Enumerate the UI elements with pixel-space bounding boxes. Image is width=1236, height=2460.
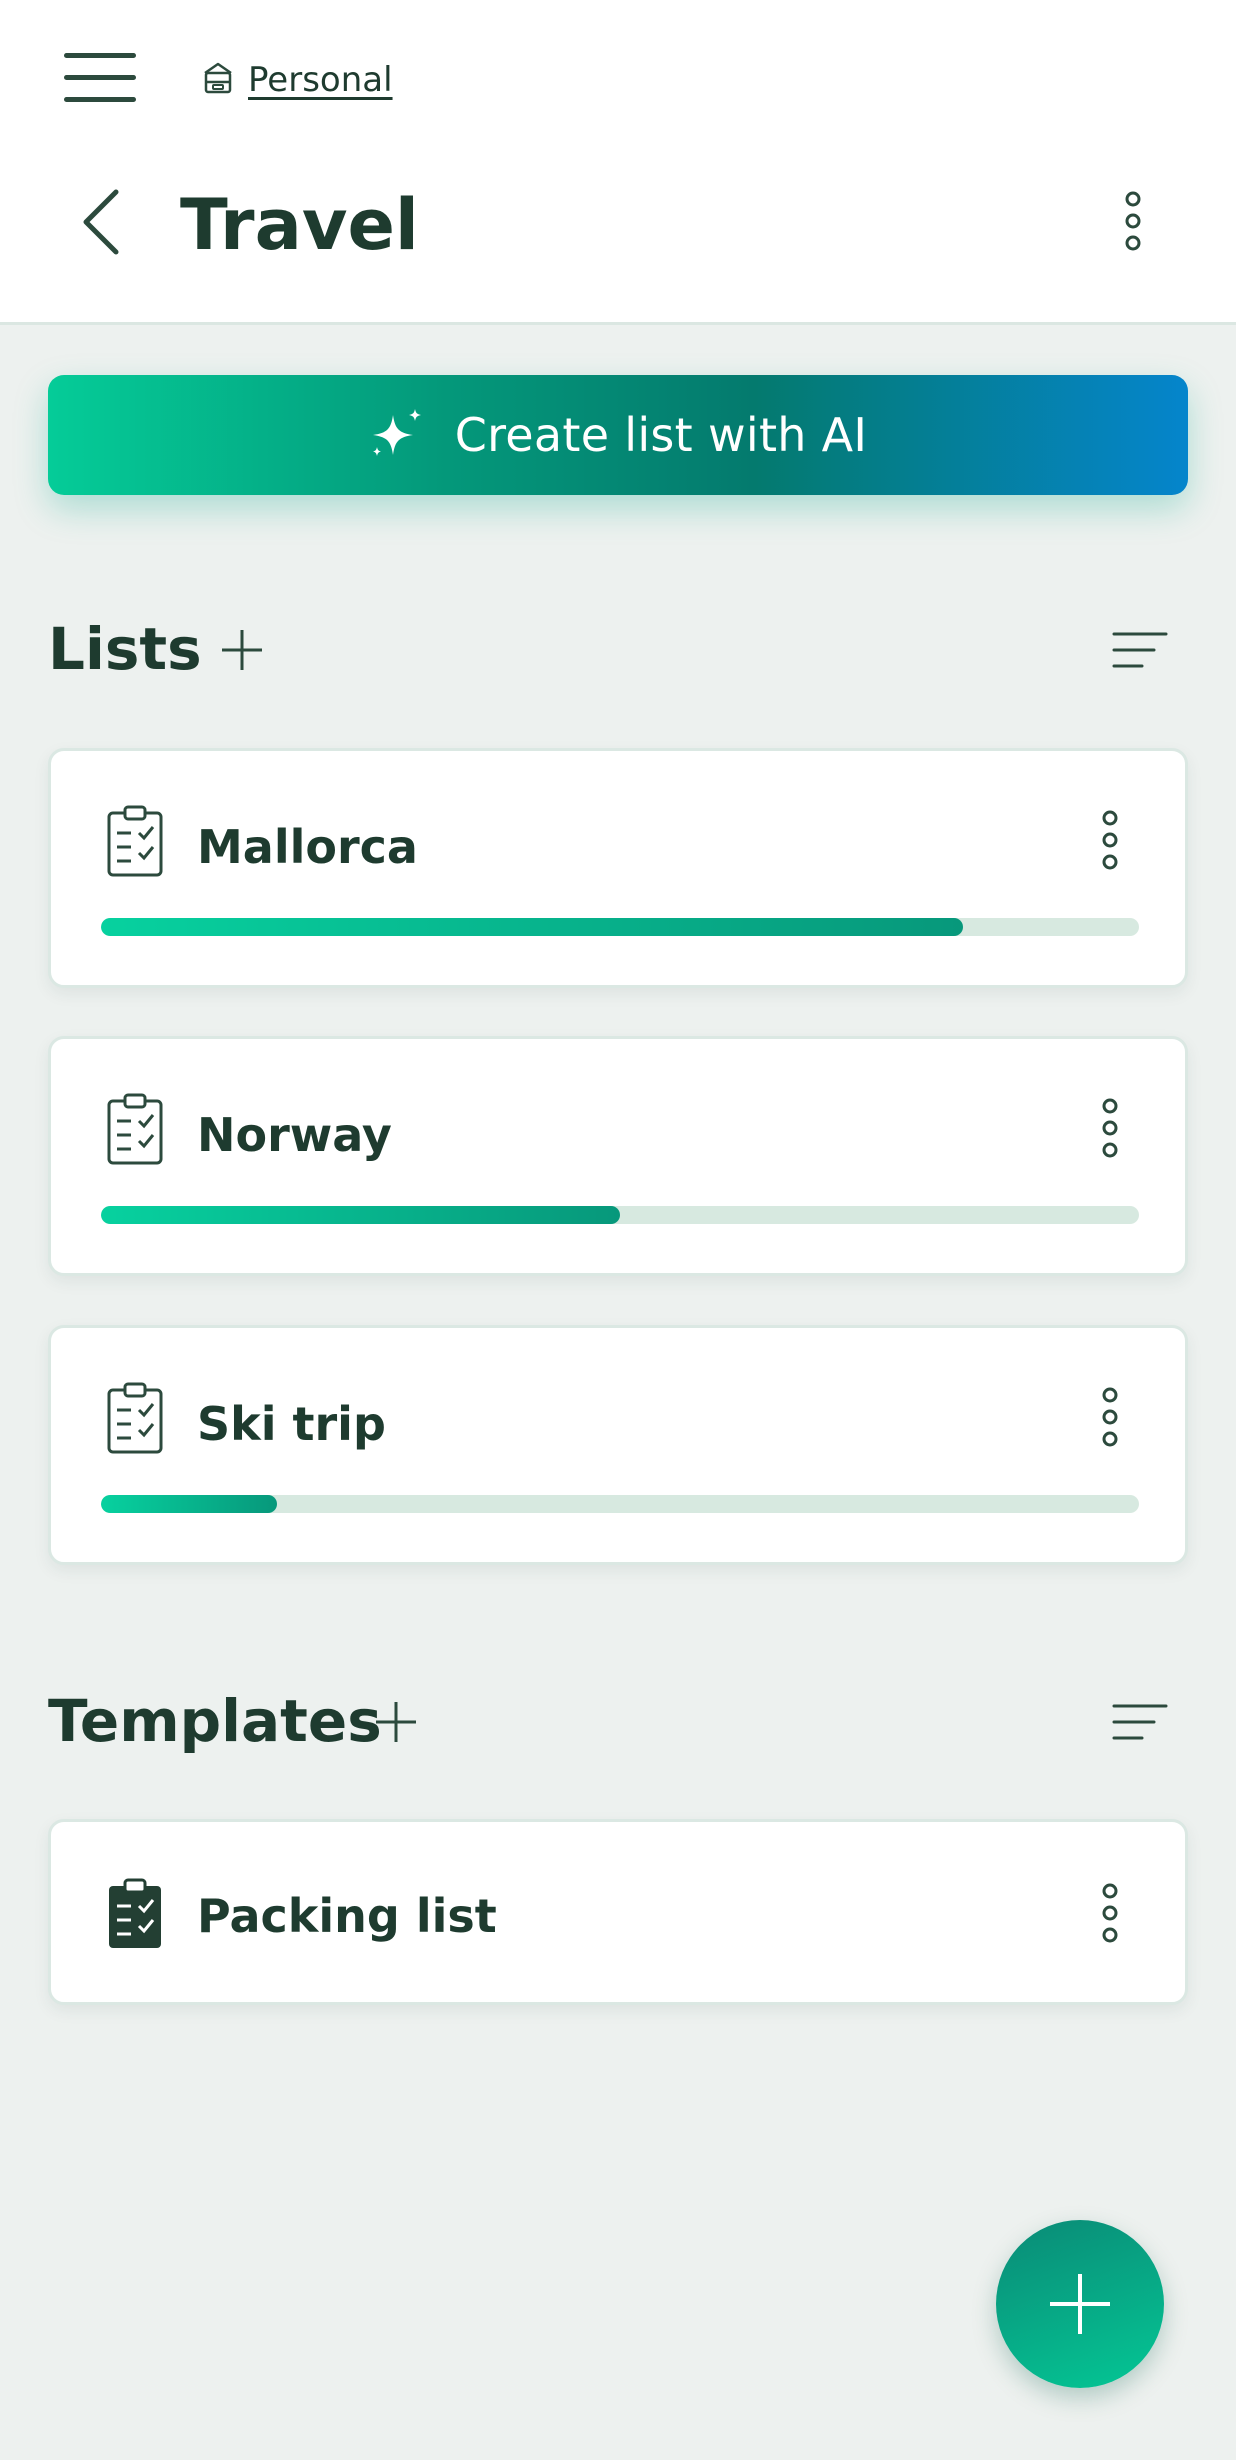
list-title: Mallorca: [197, 820, 418, 874]
list-title: Ski trip: [197, 1397, 386, 1451]
plus-icon: [1050, 2274, 1110, 2334]
progress-bar: [101, 918, 1139, 936]
templates-section-title: Templates: [48, 1687, 382, 1755]
add-list-button[interactable]: [212, 620, 272, 680]
ai-button-label: Create list with AI: [454, 408, 868, 462]
header-more-button[interactable]: [1108, 186, 1158, 256]
vertical-dots-icon: [1102, 810, 1118, 870]
lists-section-title: Lists: [48, 615, 202, 683]
vertical-dots-icon: [1102, 1098, 1118, 1158]
template-title: Packing list: [197, 1889, 497, 1943]
add-fab-button[interactable]: [996, 2220, 1164, 2388]
list-more-button[interactable]: [1085, 1093, 1135, 1163]
back-button[interactable]: [70, 182, 130, 262]
vertical-dots-icon: [1125, 191, 1141, 251]
plus-icon: [222, 630, 262, 670]
list-more-button[interactable]: [1085, 805, 1135, 875]
template-card[interactable]: Packing list: [48, 1819, 1188, 2005]
workspace-label[interactable]: Personal: [248, 60, 393, 100]
sort-lines-icon: [1112, 1704, 1168, 1740]
sparkle-icon: [372, 409, 421, 456]
workspace-link[interactable]: Personal: [202, 56, 393, 104]
vertical-dots-icon: [1102, 1883, 1118, 1943]
plus-icon: [376, 1702, 416, 1742]
list-title: Norway: [197, 1108, 392, 1162]
archive-box-icon: [202, 61, 234, 99]
chevron-left-icon: [83, 189, 119, 255]
progress-fill: [101, 918, 963, 936]
clipboard-check-filled-icon: [105, 1878, 165, 1950]
sort-lines-icon: [1112, 632, 1168, 668]
list-card[interactable]: Ski trip: [48, 1325, 1188, 1565]
create-list-with-ai-button[interactable]: Create list with AI: [48, 375, 1188, 495]
lists-section-header: Lists: [48, 610, 1188, 690]
page-title: Travel: [180, 184, 419, 266]
hamburger-menu-icon[interactable]: [58, 48, 142, 108]
list-card[interactable]: Mallorca: [48, 748, 1188, 988]
template-more-button[interactable]: [1085, 1878, 1135, 1948]
clipboard-check-icon: [105, 1093, 165, 1165]
sort-templates-button[interactable]: [1110, 1692, 1170, 1752]
clipboard-check-icon: [105, 805, 165, 877]
progress-bar: [101, 1206, 1139, 1224]
progress-fill: [101, 1495, 278, 1513]
templates-section-header: Templates: [48, 1682, 1188, 1762]
vertical-dots-icon: [1102, 1387, 1118, 1447]
sort-lists-button[interactable]: [1110, 620, 1170, 680]
progress-fill: [101, 1206, 620, 1224]
clipboard-check-icon: [105, 1382, 165, 1454]
list-card[interactable]: Norway: [48, 1036, 1188, 1276]
list-more-button[interactable]: [1085, 1382, 1135, 1452]
app-header: Personal Travel: [0, 0, 1236, 325]
progress-bar: [101, 1495, 1139, 1513]
add-template-button[interactable]: [366, 1692, 426, 1752]
